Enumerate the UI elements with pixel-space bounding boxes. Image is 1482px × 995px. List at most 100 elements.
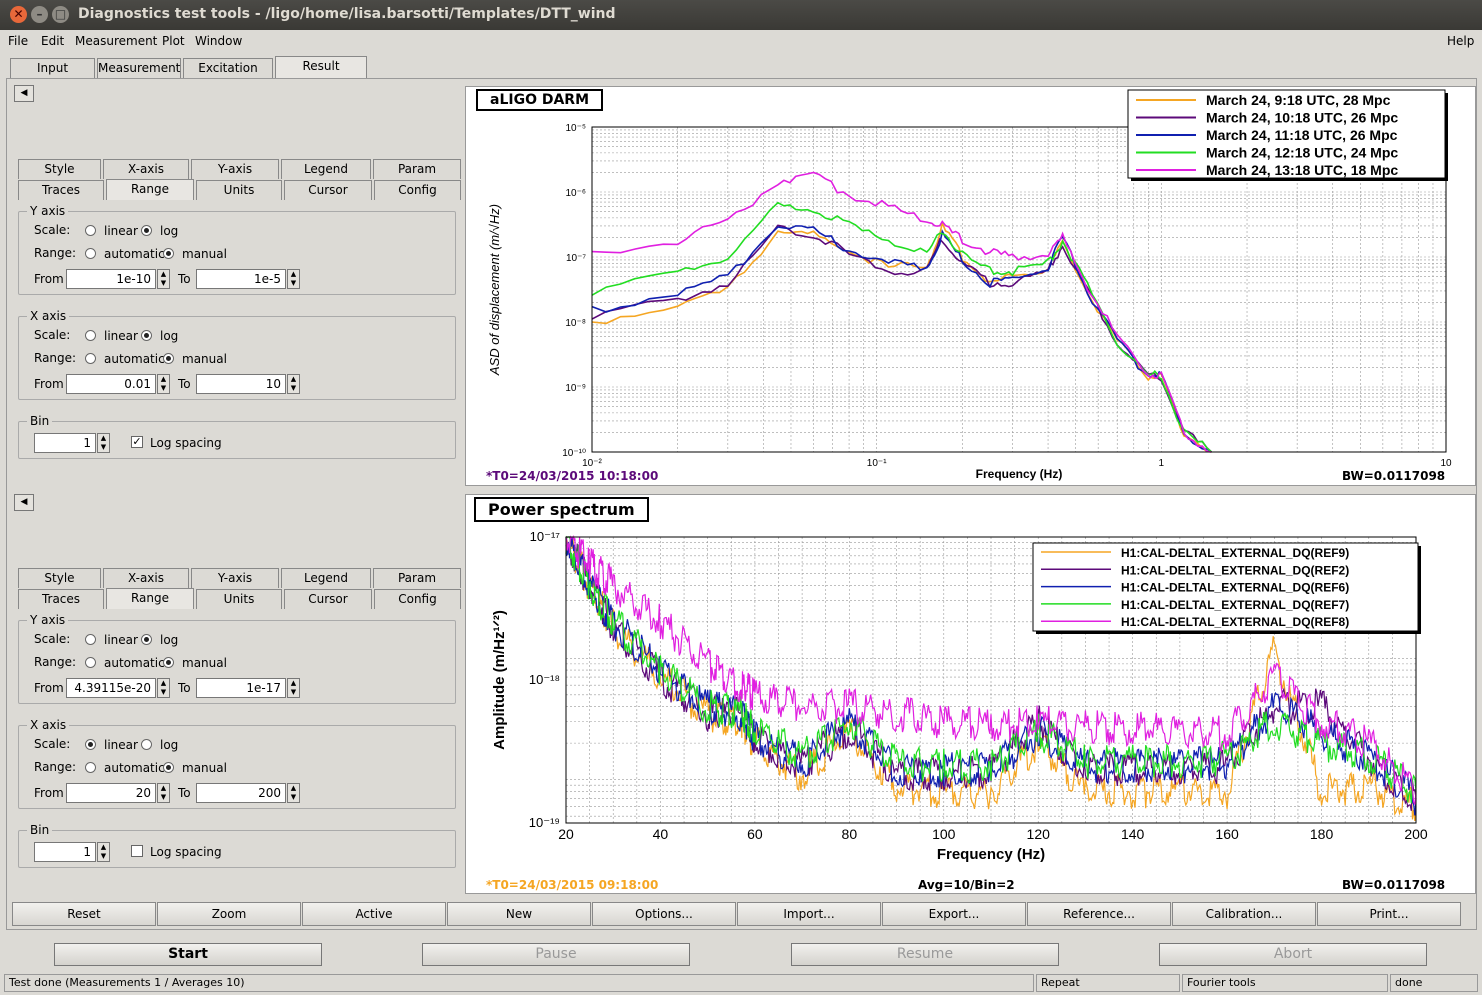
- plot2-pad[interactable]: 10⁻¹⁷ 10⁻¹⁸ 10⁻¹⁹ 20 40 60 80 100 120 140 160 180 20…: [465, 494, 1476, 894]
- opt2-tab-yaxis[interactable]: Y-axis: [191, 568, 279, 588]
- opt1-x-log-radio[interactable]: [141, 330, 152, 341]
- opt1-y-log-radio[interactable]: [141, 225, 152, 236]
- menu-window[interactable]: Window: [195, 34, 242, 48]
- tab-measurement[interactable]: Measurement: [97, 58, 181, 78]
- opt1-tab-config[interactable]: Config: [374, 180, 461, 200]
- options-button[interactable]: Options...: [592, 902, 736, 926]
- collapse-left-icon[interactable]: ◀: [14, 494, 34, 511]
- print-button[interactable]: Print...: [1317, 902, 1461, 926]
- close-icon[interactable]: ✕: [10, 6, 27, 23]
- maximize-icon[interactable]: □: [52, 6, 69, 23]
- opt2-log-spacing-checkbox[interactable]: [131, 845, 143, 857]
- opt1-tab-yaxis[interactable]: Y-axis: [191, 159, 279, 179]
- plot1-pad[interactable]: 10⁻⁵ 10⁻⁶ 10⁻⁷ 10⁻⁸ 10⁻⁹ 10⁻¹⁰ 10⁻² 10⁻¹ 1 10 Freq…: [465, 86, 1476, 486]
- opt1-x-manual-radio[interactable]: [163, 353, 174, 364]
- opt1-x-linear-radio[interactable]: [85, 330, 96, 341]
- opt1-tab-units[interactable]: Units: [196, 180, 282, 200]
- x-tick-label: 10: [1440, 458, 1452, 469]
- radio-label: log: [160, 329, 179, 343]
- spin-icon[interactable]: ▲ ▼: [287, 783, 300, 803]
- opt2-tab-style[interactable]: Style: [18, 568, 101, 588]
- opt1-tab-param[interactable]: Param: [373, 159, 461, 179]
- opt1-tab-xaxis[interactable]: X-axis: [103, 159, 189, 179]
- opt2-x-linear-radio[interactable]: [85, 739, 96, 750]
- title-bar[interactable]: ✕ – □ Diagnostics test tools - /ligo/hom…: [0, 0, 1482, 30]
- opt2-y-to-input[interactable]: 1e-17: [196, 678, 286, 698]
- opt2-x-log-radio[interactable]: [141, 739, 152, 750]
- calibration-button[interactable]: Calibration...: [1172, 902, 1316, 926]
- opt1-y-manual-radio[interactable]: [163, 248, 174, 259]
- active-button[interactable]: Active: [302, 902, 446, 926]
- opt1-x-to-input[interactable]: 10: [196, 374, 286, 394]
- menu-measurement[interactable]: Measurement: [75, 34, 157, 48]
- opt2-y-linear-radio[interactable]: [85, 634, 96, 645]
- opt2-tab-units[interactable]: Units: [196, 589, 282, 609]
- export-button[interactable]: Export...: [882, 902, 1026, 926]
- opt2-y-manual-radio[interactable]: [163, 657, 174, 668]
- opt1-tab-style[interactable]: Style: [18, 159, 101, 179]
- menu-plot[interactable]: Plot: [162, 34, 185, 48]
- opt2-tab-range[interactable]: Range: [106, 588, 194, 609]
- tab-input[interactable]: Input: [10, 58, 95, 78]
- opt2-x-from-input[interactable]: 20: [66, 783, 156, 803]
- range-label: Range:: [34, 760, 77, 774]
- menu-help[interactable]: Help: [1447, 34, 1474, 48]
- spin-icon[interactable]: ▲ ▼: [157, 678, 170, 698]
- opt2-tab-param[interactable]: Param: [373, 568, 461, 588]
- power-spectrum-chart[interactable]: 10⁻¹⁷ 10⁻¹⁸ 10⁻¹⁹20 40 60 80 100 120 140 160 180 20…: [466, 495, 1477, 895]
- opt2-y-automatic-radio[interactable]: [85, 657, 96, 668]
- spin-icon[interactable]: ▲ ▼: [97, 433, 110, 453]
- tab-excitation[interactable]: Excitation: [183, 58, 273, 78]
- import-button[interactable]: Import...: [737, 902, 881, 926]
- opt2-tab-config[interactable]: Config: [374, 589, 461, 609]
- collapse-left-icon[interactable]: ◀: [14, 85, 34, 102]
- minimize-icon[interactable]: –: [31, 6, 48, 23]
- opt2-x-manual-radio[interactable]: [163, 762, 174, 773]
- spin-icon[interactable]: ▲ ▼: [157, 783, 170, 803]
- opt2-tab-traces[interactable]: Traces: [18, 589, 104, 609]
- tab-result[interactable]: Result: [275, 56, 367, 78]
- opt2-tab-legend[interactable]: Legend: [281, 568, 371, 588]
- reset-button[interactable]: Reset: [12, 902, 156, 926]
- radio-label: linear: [104, 329, 138, 343]
- resume-button[interactable]: Resume: [791, 943, 1059, 966]
- opt1-y-to-input[interactable]: 1e-5: [196, 269, 286, 289]
- zoom-button[interactable]: Zoom: [157, 902, 301, 926]
- opt1-tab-cursor[interactable]: Cursor: [284, 180, 372, 200]
- opt1-tab-legend[interactable]: Legend: [281, 159, 371, 179]
- x-axis-label: Frequency (Hz): [976, 467, 1063, 481]
- spin-icon[interactable]: ▲ ▼: [157, 374, 170, 394]
- opt2-x-to-input[interactable]: 200: [196, 783, 286, 803]
- opt1-y-linear-radio[interactable]: [85, 225, 96, 236]
- pause-button[interactable]: Pause: [422, 943, 690, 966]
- opt2-x-automatic-radio[interactable]: [85, 762, 96, 773]
- abort-button[interactable]: Abort: [1159, 943, 1427, 966]
- start-button[interactable]: Start: [54, 943, 322, 966]
- reference-button[interactable]: Reference...: [1027, 902, 1171, 926]
- spin-icon[interactable]: ▲ ▼: [157, 269, 170, 289]
- menu-file[interactable]: File: [8, 34, 28, 48]
- opt1-x-from-input[interactable]: 0.01: [66, 374, 156, 394]
- opt1-y-from-input[interactable]: 1e-10: [66, 269, 156, 289]
- opt2-y-log-radio[interactable]: [141, 634, 152, 645]
- opt1-tab-traces[interactable]: Traces: [18, 180, 104, 200]
- opt1-x-automatic-radio[interactable]: [85, 353, 96, 364]
- opt2-bin-input[interactable]: 1: [34, 842, 96, 862]
- spin-icon[interactable]: ▲ ▼: [97, 842, 110, 862]
- radio-label: linear: [104, 224, 138, 238]
- asd-chart[interactable]: 10⁻⁵10⁻⁶10⁻⁷10⁻⁸10⁻⁹10⁻¹⁰10⁻² 10⁻¹ 1 10Freq…: [466, 87, 1477, 487]
- legend-entry: March 24, 10:18 UTC, 26 Mpc: [1206, 110, 1398, 126]
- opt1-y-automatic-radio[interactable]: [85, 248, 96, 259]
- opt2-tab-cursor[interactable]: Cursor: [284, 589, 372, 609]
- opt1-tab-range[interactable]: Range: [106, 179, 194, 200]
- opt2-y-from-input[interactable]: 4.39115e-20: [66, 678, 156, 698]
- menu-edit[interactable]: Edit: [41, 34, 64, 48]
- new-button[interactable]: New: [447, 902, 591, 926]
- opt2-tab-xaxis[interactable]: X-axis: [103, 568, 189, 588]
- from-label: From: [34, 786, 64, 800]
- spin-icon[interactable]: ▲ ▼: [287, 678, 300, 698]
- spin-icon[interactable]: ▲ ▼: [287, 374, 300, 394]
- spin-icon[interactable]: ▲ ▼: [287, 269, 300, 289]
- opt1-bin-input[interactable]: 1: [34, 433, 96, 453]
- opt1-log-spacing-checkbox[interactable]: ✓: [131, 436, 143, 448]
